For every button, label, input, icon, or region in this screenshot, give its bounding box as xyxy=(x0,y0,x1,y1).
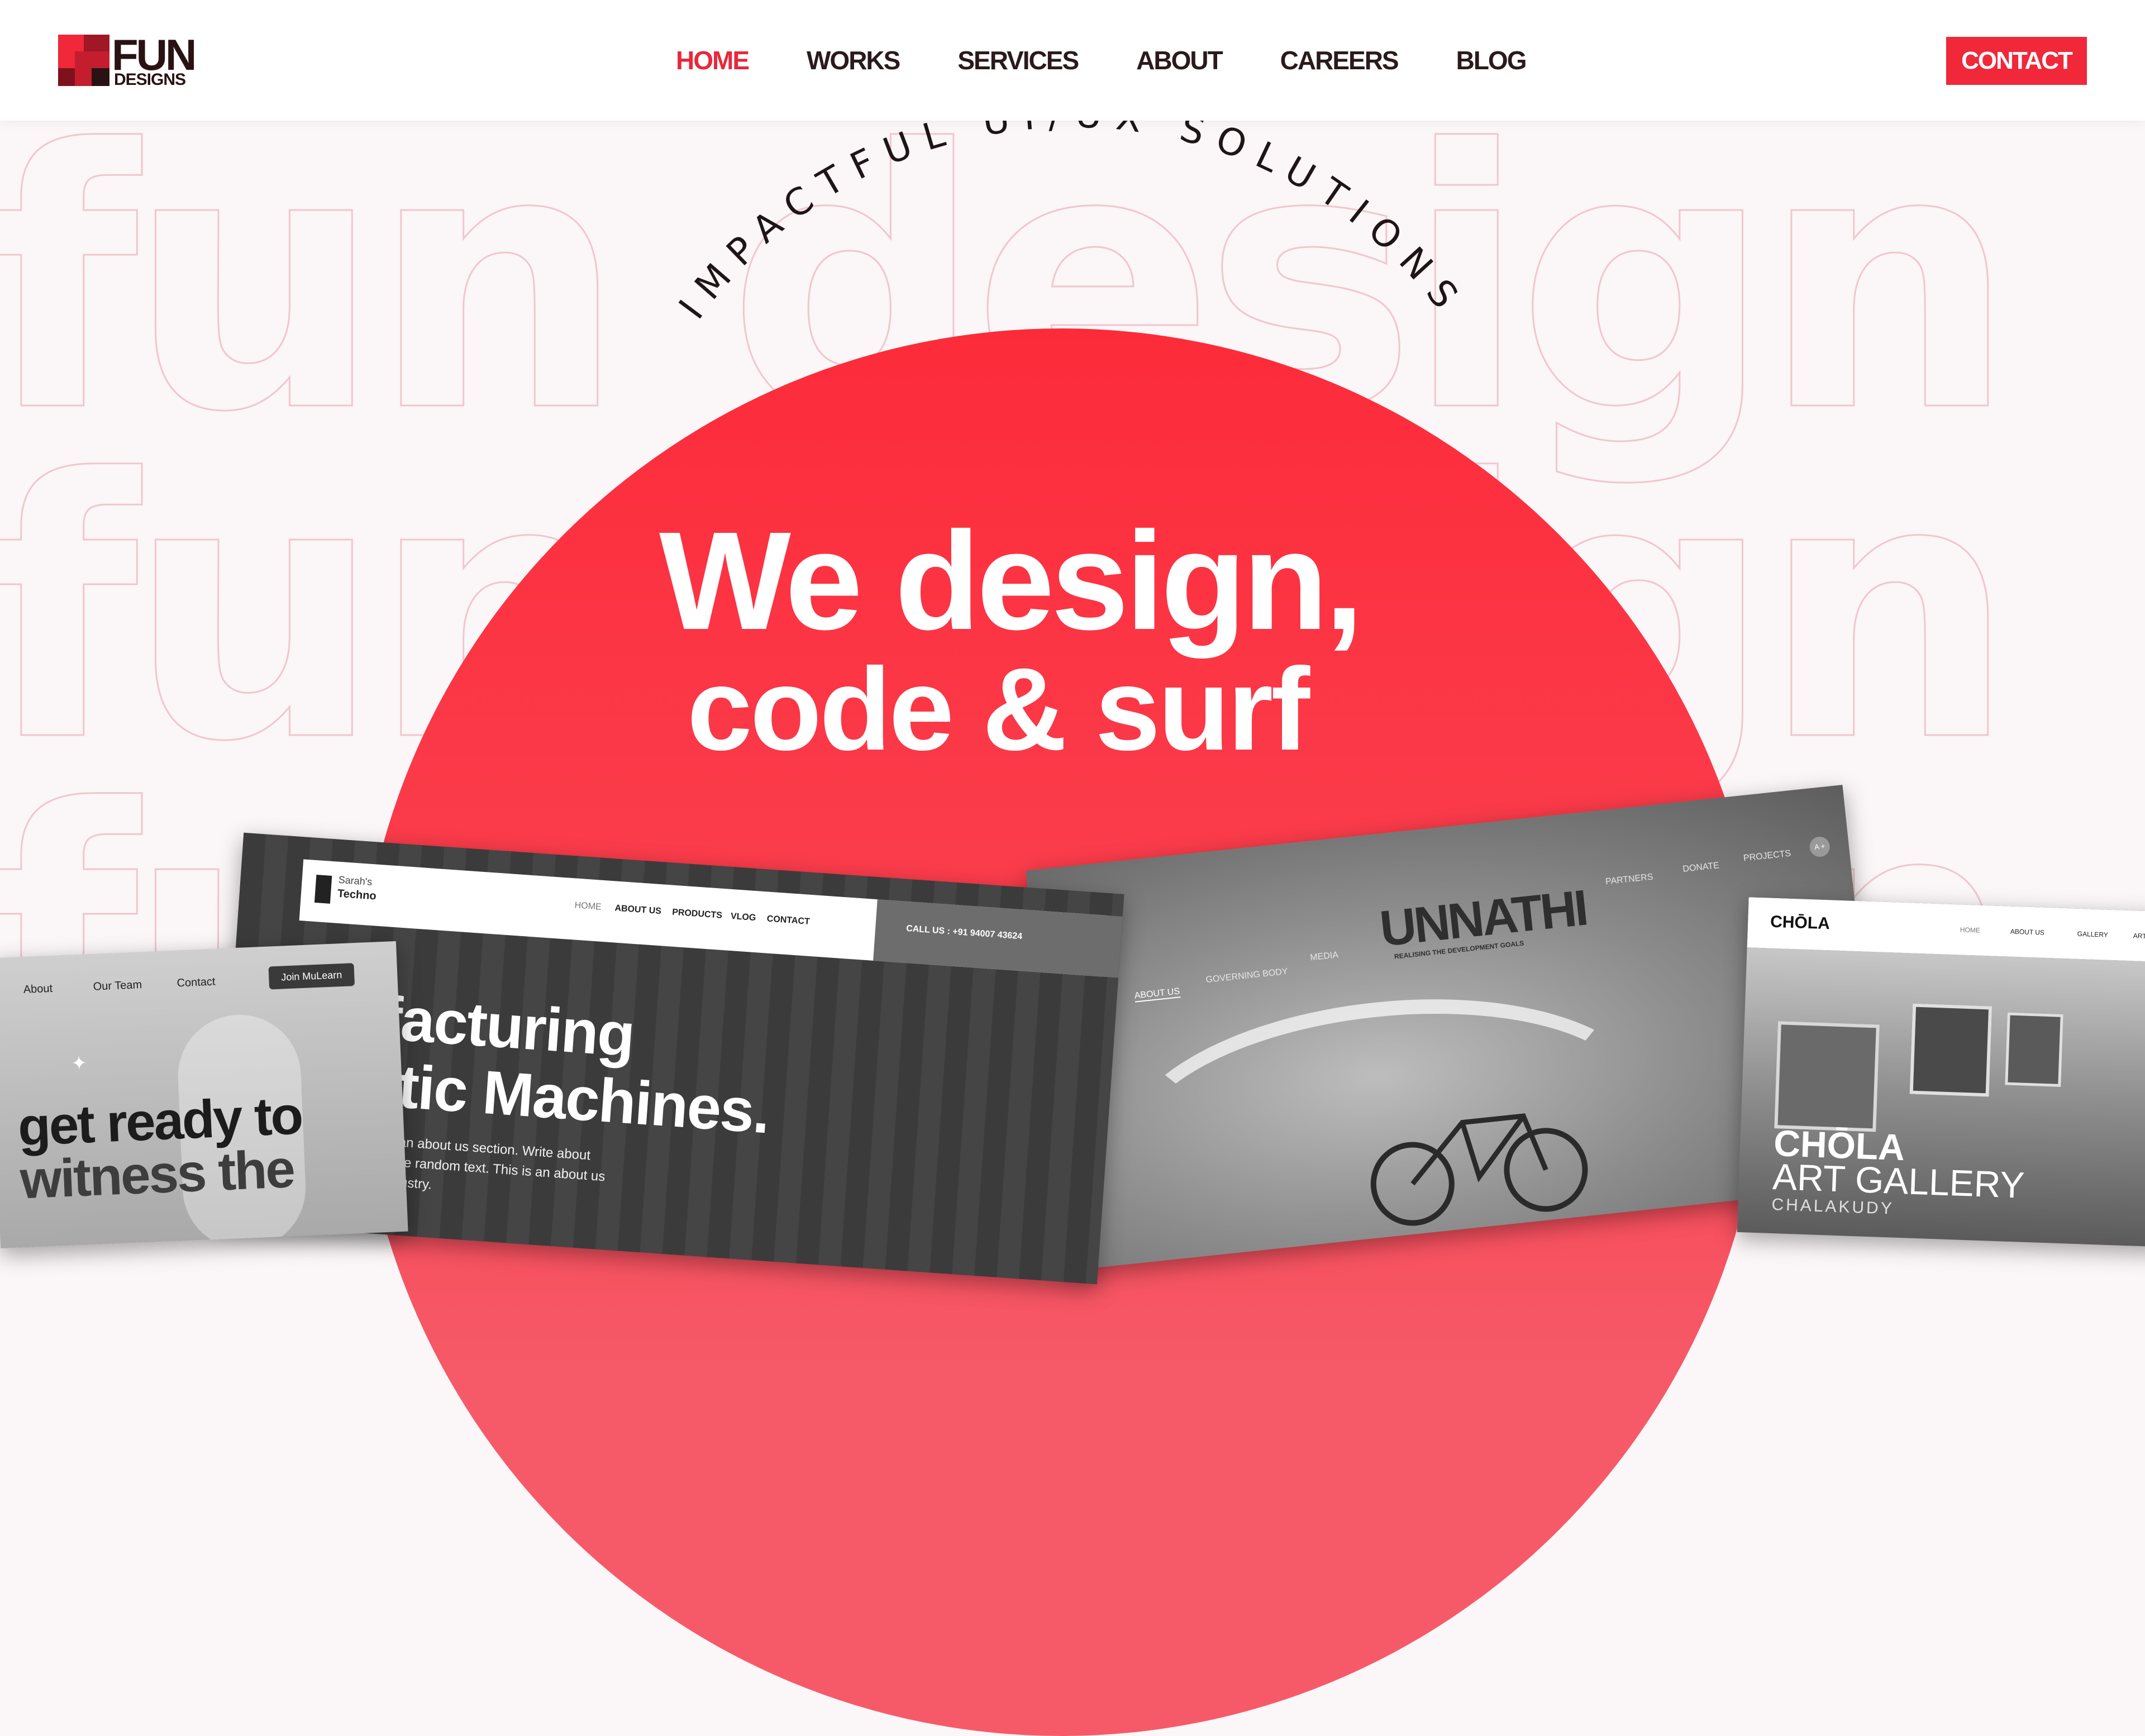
sarahs-logo-line2: Techno xyxy=(337,887,377,903)
bicycle-icon xyxy=(1370,1113,1588,1226)
chola-gallery-mockup[interactable]: CHŌLA HOME ABOUT US GALLERY ARTIST CHŌLA… xyxy=(1737,897,2145,1248)
mulearn-heading-2: witness the xyxy=(18,1139,295,1210)
svg-text:IMPACTFUL UI/UX SOLUTIONS: IMPACTFUL UI/UX SOLUTIONS xyxy=(670,93,1474,327)
chola-nav-about[interactable]: ABOUT US xyxy=(2010,928,2045,937)
logo-mark-icon xyxy=(58,35,109,86)
nav-services[interactable]: SERVICES xyxy=(957,44,1079,77)
mulearn-nav-contact[interactable]: Contact xyxy=(177,976,216,990)
brand-logo[interactable]: FUN DESIGNS xyxy=(58,32,197,89)
chola-nav-home[interactable]: HOME xyxy=(1960,926,1980,934)
nav-home[interactable]: HOME xyxy=(676,44,750,77)
logo-subtitle: DESIGNS xyxy=(114,70,186,89)
mulearn-nav-about[interactable]: About xyxy=(23,983,53,996)
sarahs-logo-line1: Sarah's xyxy=(338,874,373,888)
nav-blog[interactable]: BLOG xyxy=(1456,44,1527,77)
sarahs-nav-home[interactable]: HOME xyxy=(574,900,602,912)
contact-button[interactable]: CONTACT xyxy=(1946,37,2087,85)
join-mulearn-button[interactable]: Join MuLearn xyxy=(268,963,355,990)
arc-tagline: IMPACTFUL UI/UX SOLUTIONS xyxy=(670,93,1461,327)
top-navbar: FUN DESIGNS HOME WORKS SERVICES ABOUT CA… xyxy=(0,0,2145,121)
sarahs-nav-vlog[interactable]: VLOG xyxy=(730,912,756,923)
chola-nav-artist[interactable]: ARTIST xyxy=(2133,932,2145,940)
headline-line-1: We design, xyxy=(659,503,1364,659)
nav-careers[interactable]: CAREERS xyxy=(1280,44,1399,77)
nav-about[interactable]: ABOUT xyxy=(1136,44,1223,77)
headline-line-2: code & surf xyxy=(687,643,1310,775)
sparkle-icon: ✦ xyxy=(70,1052,88,1075)
chola-logo: CHŌLA xyxy=(1770,912,1831,933)
sarahs-logo-icon xyxy=(314,875,332,904)
nav-works[interactable]: WORKS xyxy=(807,44,900,77)
chola-nav-gallery[interactable]: GALLERY xyxy=(2077,930,2109,939)
mulearn-mockup[interactable]: About Our Team Contact Join MuLearn ✦ ge… xyxy=(0,941,408,1249)
main-menu: HOME WORKS SERVICES ABOUT CAREERS BLOG xyxy=(676,44,1527,77)
mulearn-nav-team[interactable]: Our Team xyxy=(93,979,142,994)
hero-headline: We design, code & surf xyxy=(659,503,1497,775)
